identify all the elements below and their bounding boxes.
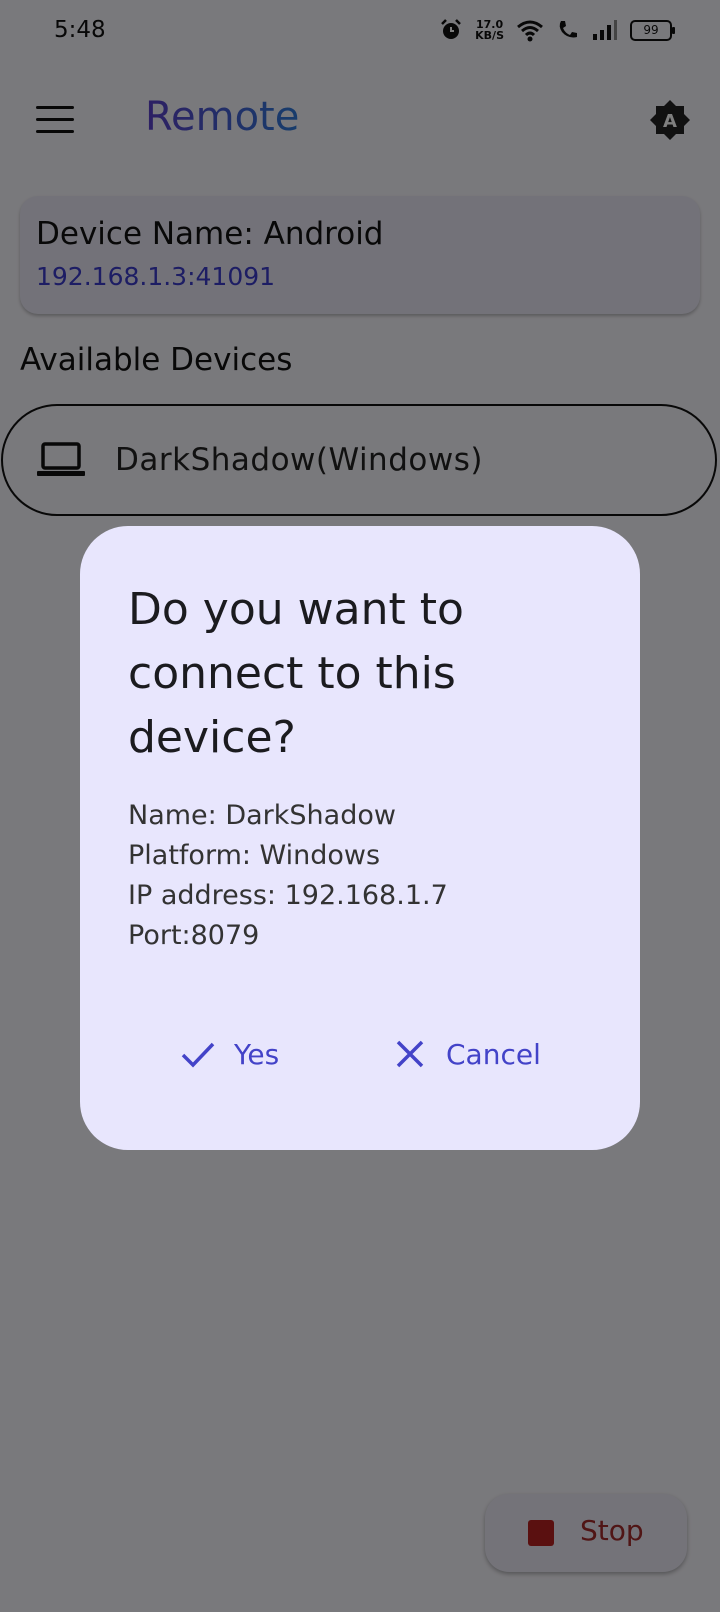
close-icon xyxy=(396,1040,424,1068)
check-icon xyxy=(181,1042,215,1068)
dialog-body: Name: DarkShadow Platform: Windows IP ad… xyxy=(128,796,448,956)
dialog-title: Do you want to connect to this device? xyxy=(128,584,464,763)
device-info-platform: Platform: Windows xyxy=(128,840,381,871)
device-info-ip: IP address: 192.168.1.7 xyxy=(128,880,448,911)
cancel-label: Cancel xyxy=(446,1037,541,1071)
dialog-actions: Yes Cancel xyxy=(80,1026,640,1082)
cancel-button[interactable]: Cancel xyxy=(392,1026,541,1082)
yes-button[interactable]: Yes xyxy=(180,1026,279,1082)
yes-label: Yes xyxy=(234,1037,280,1071)
device-info-name: Name: DarkShadow xyxy=(128,800,396,831)
connect-dialog: Do you want to connect to this device? N… xyxy=(80,526,640,1150)
device-info-port: Port:8079 xyxy=(128,920,260,951)
